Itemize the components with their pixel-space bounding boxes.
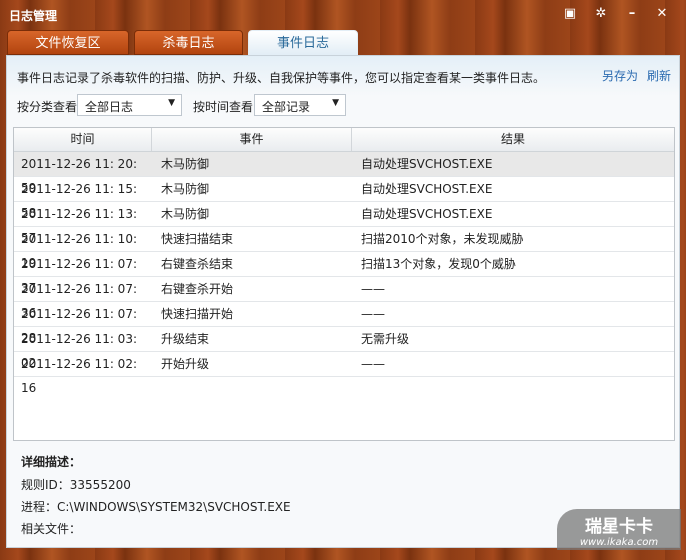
cell-event: 右键查杀结束	[161, 257, 234, 271]
category-select[interactable]: 全部日志 ▼	[77, 94, 182, 116]
time-select[interactable]: 全部记录 ▼	[254, 94, 346, 116]
process-path: 进程：C:\WINDOWS\SYSTEM32\SVCHOST.EXE	[21, 500, 291, 514]
cell-time: 2011-12-26 11: 07: 37	[21, 257, 137, 295]
related-files: 相关文件：	[21, 522, 82, 536]
cell-event: 快速扫描开始	[161, 307, 234, 321]
chevron-down-icon: ▼	[332, 98, 339, 108]
cell-result: ——	[361, 357, 385, 371]
table-row[interactable]: 2011-12-26 11: 07: 36 右键查杀开始 ——	[14, 277, 674, 320]
title-bar: 日志管理 ▣ ✲ – ✕	[0, 0, 686, 28]
details-title: 详细描述：	[21, 455, 82, 469]
header-event[interactable]: 事件	[152, 128, 352, 151]
window-title: 日志管理	[9, 9, 58, 23]
category-label: 按分类查看	[17, 100, 78, 114]
chevron-down-icon: ▼	[168, 98, 175, 108]
tab-file-recovery[interactable]: 文件恢复区	[7, 30, 129, 55]
cell-result: 自动处理SVCHOST.EXE	[361, 157, 493, 171]
cell-time: 2011-12-26 11: 03: 02	[21, 332, 137, 370]
refresh-link[interactable]: 刷新	[647, 67, 671, 84]
cell-event: 木马防御	[161, 207, 210, 221]
cell-result: 自动处理SVCHOST.EXE	[361, 207, 493, 221]
table-row[interactable]: 2011-12-26 11: 07: 37 右键查杀结束 扫描13个对象，发现0个威…	[14, 252, 674, 295]
cell-time: 2011-12-26 11: 07: 36	[21, 282, 137, 320]
time-label: 按时间查看	[193, 100, 254, 114]
cell-time: 2011-12-26 11: 13: 57	[21, 207, 137, 245]
menu-icon[interactable]: ▣	[561, 5, 579, 23]
cell-event: 升级结束	[161, 332, 210, 346]
rule-id: 规则ID：33555200	[21, 478, 131, 492]
close-icon[interactable]: ✕	[653, 5, 671, 23]
event-log-panel: 事件日志记录了杀毒软件的扫描、防护、升级、自我保护等事件，您可以指定查看某一类事…	[6, 55, 680, 548]
cell-event: 木马防御	[161, 157, 210, 171]
gear-icon[interactable]: ✲	[592, 5, 610, 23]
table-header: 时间 事件 结果	[14, 128, 674, 152]
cell-result: 自动处理SVCHOST.EXE	[361, 182, 493, 196]
cell-time: 2011-12-26 11: 20: 59	[21, 157, 137, 195]
table-row[interactable]: 2011-12-26 11: 10: 19 快速扫描结束 扫描2010个对象，未发现…	[14, 227, 674, 270]
table-row[interactable]: 2011-12-26 11: 15: 58 木马防御 自动处理SVCHOST.EXE	[14, 177, 674, 220]
minimize-icon[interactable]: –	[623, 5, 641, 23]
cell-result: 无需升级	[361, 332, 410, 346]
table-row[interactable]: 2011-12-26 11: 13: 57 木马防御 自动处理SVCHOST.EXE	[14, 202, 674, 245]
tab-event-log[interactable]: 事件日志	[248, 30, 358, 55]
watermark-logo: 瑞星卡卡 www.ikaka.com	[557, 509, 681, 550]
cell-event: 木马防御	[161, 182, 210, 196]
cell-time: 2011-12-26 11: 15: 58	[21, 182, 137, 220]
header-result[interactable]: 结果	[352, 128, 674, 151]
cell-result: 扫描13个对象，发现0个威胁	[361, 257, 516, 271]
cell-result: 扫描2010个对象，未发现威胁	[361, 232, 524, 246]
save-as-link[interactable]: 另存为	[602, 67, 638, 84]
cell-time: 2011-12-26 11: 02: 16	[21, 357, 137, 395]
cell-time: 2011-12-26 11: 07: 28	[21, 307, 137, 345]
cell-time: 2011-12-26 11: 10: 19	[21, 232, 137, 270]
description-text: 事件日志记录了杀毒软件的扫描、防护、升级、自我保护等事件，您可以指定查看某一类事…	[17, 71, 546, 85]
table-row[interactable]: 2011-12-26 11: 03: 02 升级结束 无需升级	[14, 327, 674, 370]
event-table: 时间 事件 结果 2011-12-26 11: 20: 59 木马防御 自动处理SV…	[13, 127, 675, 441]
cell-result: ——	[361, 282, 385, 296]
category-value: 全部日志	[85, 100, 134, 114]
tab-antivirus-log[interactable]: 杀毒日志	[134, 30, 243, 55]
cell-result: ——	[361, 307, 385, 321]
cell-event: 开始升级	[161, 357, 210, 371]
table-row[interactable]: 2011-12-26 11: 20: 59 木马防御 自动处理SVCHOST.EXE	[14, 152, 674, 195]
table-row[interactable]: 2011-12-26 11: 07: 28 快速扫描开始 ——	[14, 302, 674, 345]
table-row[interactable]: 2011-12-26 11: 02: 16 开始升级 ——	[14, 352, 674, 395]
header-time[interactable]: 时间	[14, 128, 152, 151]
cell-event: 快速扫描结束	[161, 232, 234, 246]
time-value: 全部记录	[262, 100, 311, 114]
cell-event: 右键查杀开始	[161, 282, 234, 296]
